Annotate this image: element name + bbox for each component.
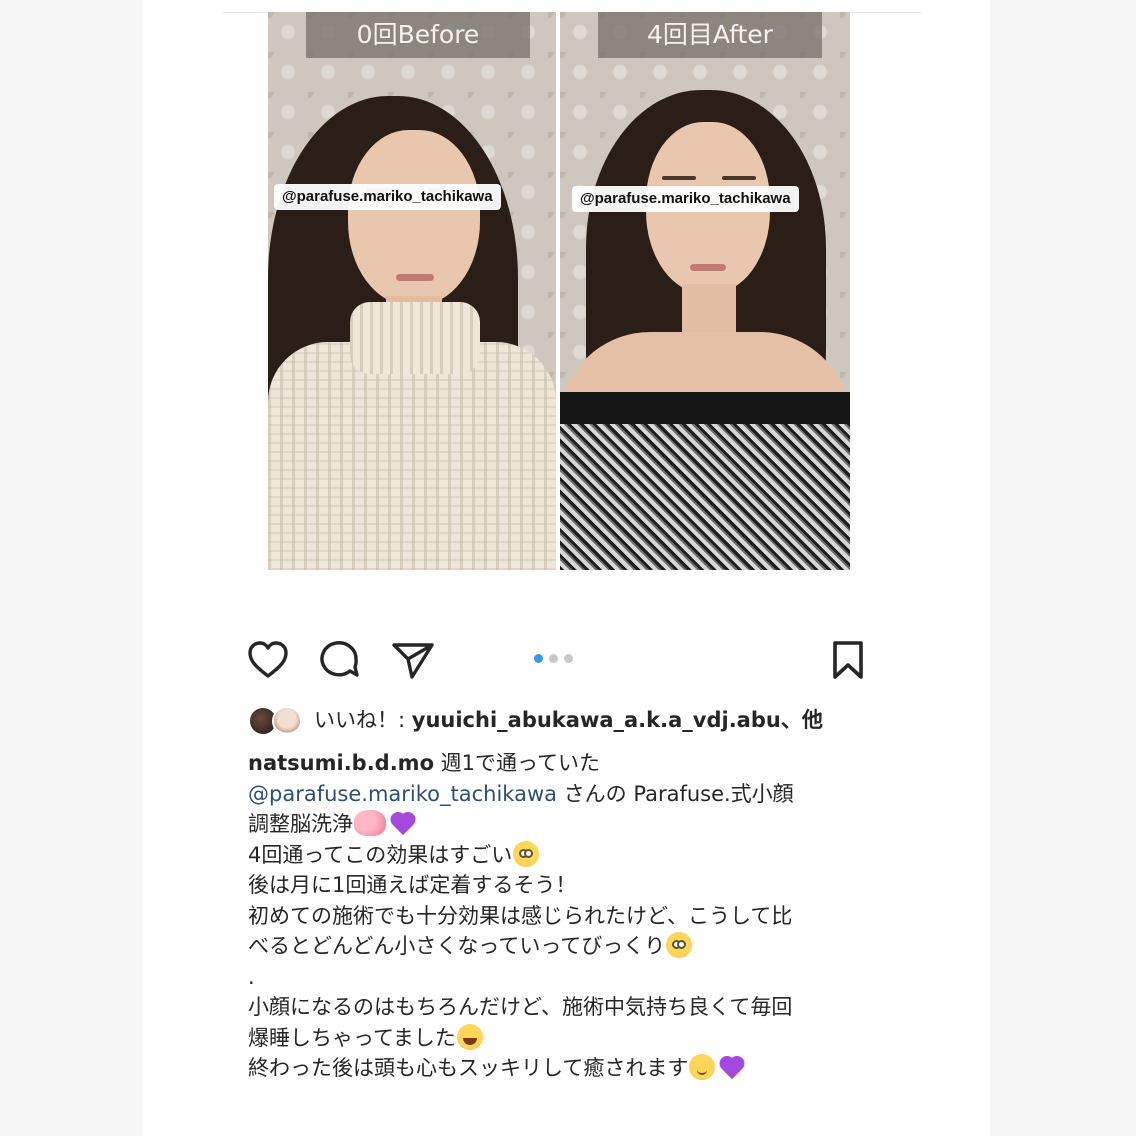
comment-bubble-icon[interactable] [318,638,362,682]
caption-text: 4回通ってこの効果はすごい [248,842,513,867]
tears-of-joy-emoji-icon [456,1023,483,1050]
left-margin [0,0,142,1136]
relieved-face-emoji-icon [689,1054,716,1080]
right-margin [990,0,1136,1136]
caption-text: 調整脳洗浄 [248,812,353,836]
carousel-dot-active [534,654,543,663]
likes-prefix: いいね！: [314,708,412,732]
caption-text: 小顔になるのはもちろんだけど、施術中気持ち良くて毎回 [248,995,793,1019]
heart-outline-icon[interactable] [246,638,290,682]
caption-username[interactable]: natsumi.b.d.mo [248,751,434,775]
caption-text: 後は月に1回通えば定着するそう！ [248,873,577,897]
turtleneck-collar [350,302,480,374]
before-label: 0回Before [306,12,530,58]
caption-mention-link[interactable]: @parafuse.mariko_tachikawa [248,782,557,806]
instagram-post-card: 0回Before @parafuse.mariko_tachikawa 4回目A… [142,0,990,1136]
purple-heart-emoji-icon [388,810,418,836]
caption-text: . [248,964,255,989]
carousel-indicator [534,652,582,664]
caption-text: べるとどんどん小さくなっていってびっくり [248,934,666,958]
caption-text: 初めての施術でも十分効果は感じられたけど、こうして比 [248,903,793,928]
flushed-face-emoji-icon [666,932,693,958]
caption-text: 終わった後は頭も心もスッキリして癒されます [248,1056,689,1080]
caption-text: 週1で通っていた [434,751,600,775]
caption-text: 爆睡しちゃってました [248,1025,456,1050]
after-photo: 4回目After @parafuse.mariko_tachikawa [560,12,850,570]
likes-others[interactable]: 、他 [781,708,823,732]
off-shoulder-top-band [560,392,850,428]
liker-avatar[interactable] [272,706,302,736]
flushed-face-emoji-icon [513,840,540,867]
purple-heart-emoji-icon [717,1054,747,1080]
eyebrow [722,176,756,180]
carousel-dot [549,654,558,663]
watermark-tag: @parafuse.mariko_tachikawa [274,184,501,210]
likes-summary[interactable]: いいね！: yuuichi_abukawa_a.k.a_vdj.abu、他 [314,704,823,736]
bookmark-icon[interactable] [828,638,868,682]
after-label: 4回目After [598,12,822,58]
eyebrow [662,176,696,180]
paper-plane-icon[interactable] [390,638,436,682]
liker-username[interactable]: yuuichi_abukawa_a.k.a_vdj.abu [412,708,781,732]
lips [690,264,726,271]
carousel-dot [564,654,573,663]
brain-emoji-icon [354,810,386,836]
watermark-tag: @parafuse.mariko_tachikawa [572,186,799,212]
sweater [268,342,556,570]
caption-text: さんの Parafuse.式小顔 [557,781,794,806]
post-image-collage[interactable]: 0回Before @parafuse.mariko_tachikawa 4回目A… [268,12,850,570]
post-caption: natsumi.b.d.mo 週1で通っていた @parafuse.mariko… [248,748,888,1084]
patterned-top [560,424,850,570]
lips [396,274,434,281]
before-photo: 0回Before @parafuse.mariko_tachikawa [268,12,556,570]
